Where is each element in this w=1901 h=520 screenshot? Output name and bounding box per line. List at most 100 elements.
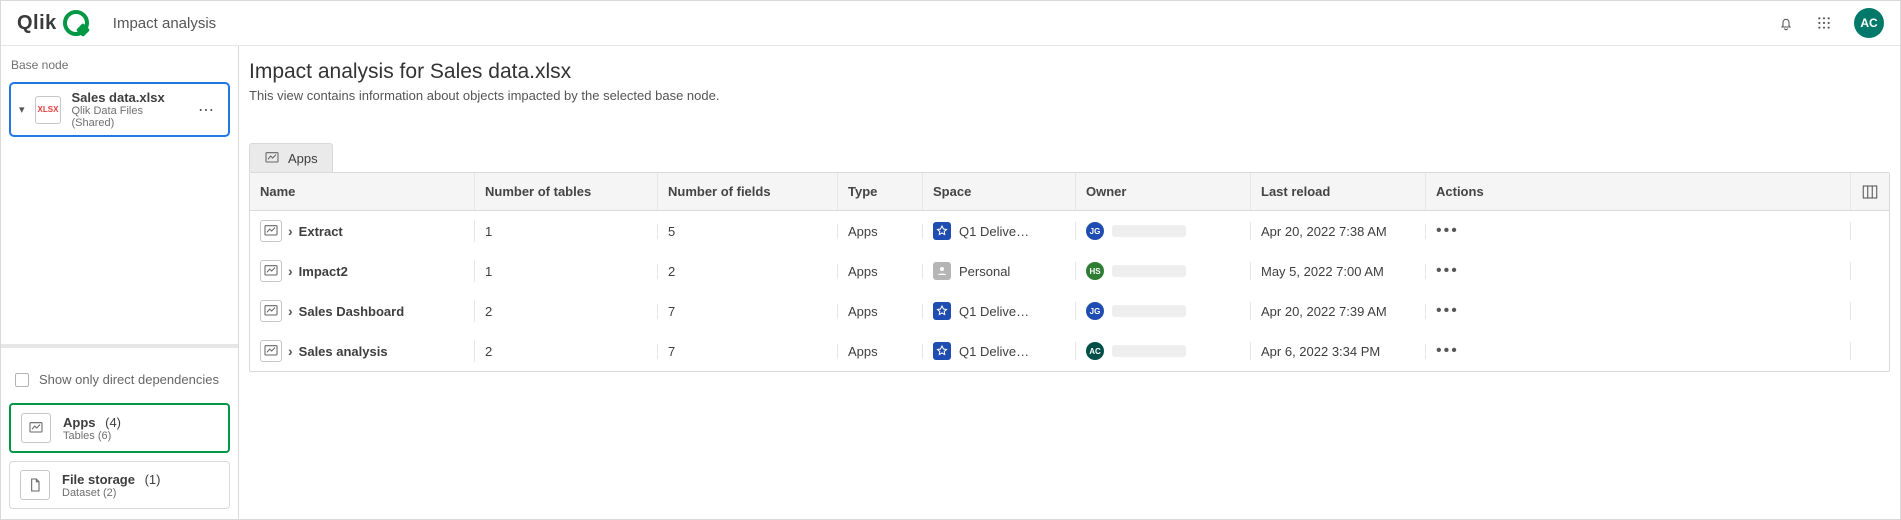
table-row[interactable]: ›Sales Dashboard27AppsQ1 Delive…JGApr 20…	[250, 291, 1889, 331]
row-space[interactable]: Q1 Delive…	[923, 222, 1076, 240]
row-name: Extract	[299, 224, 343, 239]
row-type: Apps	[838, 224, 923, 239]
row-actions: •••	[1426, 262, 1851, 280]
app-launcher-icon[interactable]	[1816, 15, 1832, 31]
row-space-name: Q1 Delive…	[959, 224, 1029, 239]
row-owner[interactable]: JG	[1076, 222, 1251, 240]
row-space[interactable]: Q1 Delive…	[923, 342, 1076, 360]
base-node-card[interactable]: ▾ XLSX Sales data.xlsx Qlik Data Files (…	[9, 82, 230, 137]
base-node-name: Sales data.xlsx	[71, 90, 184, 105]
row-fields: 5	[658, 224, 838, 239]
sidebar-item-file-storage[interactable]: File storage (1) Dataset (2)	[9, 461, 230, 509]
row-owner[interactable]: JG	[1076, 302, 1251, 320]
row-type: Apps	[838, 264, 923, 279]
table-header: Name Number of tables Number of fields T…	[250, 173, 1889, 211]
base-node-label: Base node	[9, 56, 230, 74]
row-reload: May 5, 2022 7:00 AM	[1251, 264, 1426, 279]
row-type: Apps	[838, 304, 923, 319]
table-row[interactable]: › Sales analysis 27Apps Q1 Delive… AC Apr 6, …	[250, 331, 1889, 371]
col-owner[interactable]: Owner	[1076, 173, 1251, 210]
space-icon	[933, 302, 951, 320]
row-tables: 2	[475, 304, 658, 319]
owner-avatar: AC	[1086, 342, 1104, 360]
owner-name-redacted	[1112, 265, 1186, 277]
row-fields: 7	[658, 344, 838, 359]
row-owner[interactable]: AC	[1076, 342, 1251, 360]
row-reload: Apr 6, 2022 3:34 PM	[1251, 344, 1426, 359]
show-direct-checkbox[interactable]: Show only direct dependencies	[9, 364, 230, 395]
row-space-name: Q1 Delive…	[959, 304, 1029, 319]
owner-name-redacted	[1112, 345, 1186, 357]
chevron-right-icon[interactable]: ›	[288, 223, 293, 239]
row-more-icon[interactable]: •••	[1436, 262, 1459, 280]
chevron-right-icon[interactable]: ›	[288, 303, 293, 319]
tab-apps[interactable]: Apps	[249, 143, 333, 172]
sidebar-apps-sub: Tables (6)	[63, 430, 121, 442]
tab-apps-label: Apps	[288, 151, 318, 166]
topbar-actions: AC	[1778, 8, 1884, 38]
row-tables: 2	[475, 344, 658, 359]
checkbox-icon	[15, 373, 29, 387]
sidebar-storage-sub: Dataset (2)	[62, 487, 160, 499]
app-icon	[260, 220, 282, 242]
apps-icon	[21, 413, 51, 443]
show-direct-label: Show only direct dependencies	[39, 372, 219, 387]
row-more-icon[interactable]: •••	[1436, 302, 1459, 320]
row-actions: •••	[1426, 342, 1851, 360]
row-fields: 2	[658, 264, 838, 279]
page-title: Impact analysis	[113, 15, 216, 32]
sidebar-apps-title: Apps	[63, 415, 96, 430]
main: Impact analysis for Sales data.xlsx This…	[239, 46, 1900, 519]
row-space[interactable]: Personal	[923, 262, 1076, 280]
user-avatar[interactable]: AC	[1854, 8, 1884, 38]
col-fields[interactable]: Number of fields	[658, 173, 838, 210]
logo-q-icon	[63, 10, 89, 36]
logo[interactable]: Qlik	[17, 10, 89, 36]
main-heading: Impact analysis for Sales data.xlsx	[249, 60, 1890, 84]
app-icon	[260, 340, 282, 362]
row-tables: 1	[475, 224, 658, 239]
sidebar-apps-count: (4)	[105, 415, 121, 430]
chevron-right-icon[interactable]: ›	[288, 263, 293, 279]
main-description: This view contains information about obj…	[249, 88, 1890, 103]
column-picker-button[interactable]	[1851, 173, 1889, 210]
row-owner[interactable]: HS	[1076, 262, 1251, 280]
row-name: Sales analysis	[299, 344, 388, 359]
owner-avatar: JG	[1086, 222, 1104, 240]
row-more-icon[interactable]: •••	[1436, 222, 1459, 240]
table-row[interactable]: ›Extract15AppsQ1 Delive…JGApr 20, 2022 7…	[250, 211, 1889, 251]
xlsx-file-icon: XLSX	[35, 96, 62, 124]
chevron-down-icon[interactable]: ▾	[19, 103, 25, 116]
col-tables[interactable]: Number of tables	[475, 173, 658, 210]
col-reload[interactable]: Last reload	[1251, 173, 1426, 210]
sidebar-storage-title: File storage	[62, 472, 135, 487]
row-fields: 7	[658, 304, 838, 319]
owner-name-redacted	[1112, 225, 1186, 237]
sidebar-storage-count: (1)	[145, 472, 161, 487]
row-space[interactable]: Q1 Delive…	[923, 302, 1076, 320]
col-name[interactable]: Name	[250, 173, 475, 210]
row-type: Apps	[838, 344, 923, 359]
apps-icon	[264, 150, 280, 166]
owner-avatar: HS	[1086, 262, 1104, 280]
col-space[interactable]: Space	[923, 173, 1076, 210]
row-space-name: Q1 Delive…	[959, 344, 1029, 359]
base-node-more-icon[interactable]: ⋯	[194, 98, 220, 122]
table-row[interactable]: ›Impact212AppsPersonalHSMay 5, 2022 7:00…	[250, 251, 1889, 291]
owner-avatar: JG	[1086, 302, 1104, 320]
row-space-name: Personal	[959, 264, 1010, 279]
space-icon	[933, 222, 951, 240]
row-actions: •••	[1426, 222, 1851, 240]
sidebar-item-apps[interactable]: Apps (4) Tables (6)	[9, 403, 230, 453]
notifications-icon[interactable]	[1778, 15, 1794, 31]
owner-name-redacted	[1112, 305, 1186, 317]
space-icon	[933, 262, 951, 280]
file-storage-icon	[20, 470, 50, 500]
row-more-icon[interactable]: •••	[1436, 342, 1459, 360]
col-type[interactable]: Type	[838, 173, 923, 210]
space-icon	[933, 342, 951, 360]
row-actions: •••	[1426, 302, 1851, 320]
chevron-right-icon[interactable]: ›	[288, 343, 293, 359]
col-actions: Actions	[1426, 173, 1851, 210]
row-reload: Apr 20, 2022 7:39 AM	[1251, 304, 1426, 319]
